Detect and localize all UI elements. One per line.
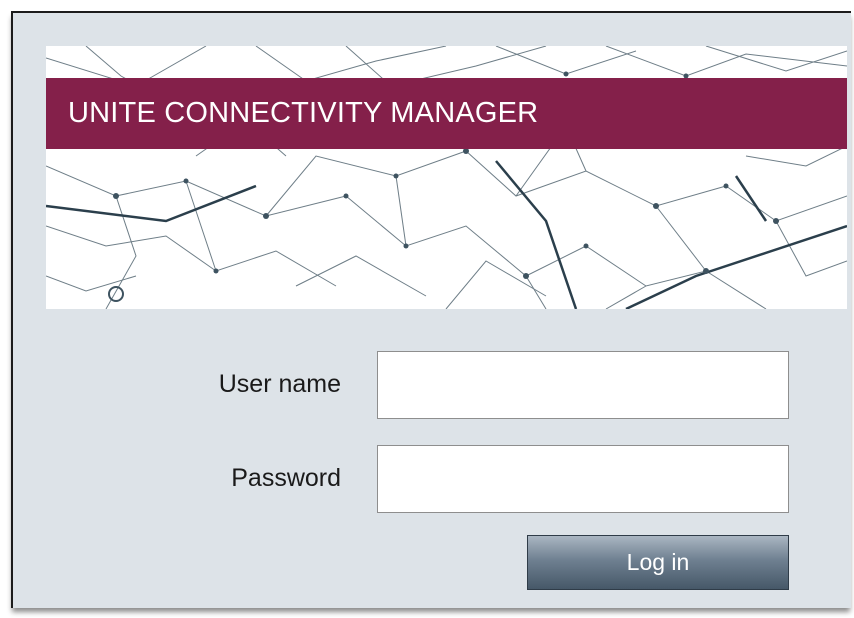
login-button[interactable]: Log in [527, 535, 789, 590]
title-strip: UNITE CONNECTIVITY MANAGER [46, 78, 847, 149]
username-label: User name [218, 370, 341, 398]
header-banner: UNITE CONNECTIVITY MANAGER [46, 46, 847, 309]
login-panel: UNITE CONNECTIVITY MANAGER User name Pas… [11, 11, 851, 608]
app-title: UNITE CONNECTIVITY MANAGER [68, 97, 539, 129]
password-input[interactable] [377, 445, 789, 513]
username-input[interactable] [377, 351, 789, 419]
password-label: Password [231, 464, 341, 492]
